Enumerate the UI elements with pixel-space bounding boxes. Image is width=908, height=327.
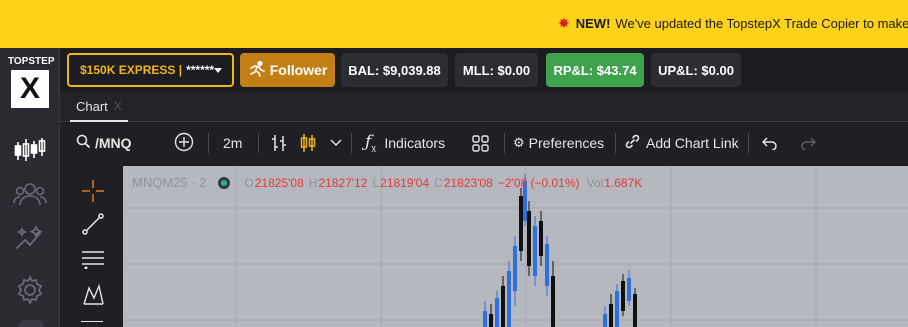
add-chart-link-button[interactable]: Add Chart Link [625, 131, 739, 155]
change-value: −2'08 (−0.01%) [497, 175, 580, 190]
follower-button[interactable]: Follower [240, 53, 335, 87]
function-icon: ƒx [365, 131, 377, 155]
candle-body [489, 314, 493, 327]
banner-message: We've updated the TopstepX Trade Copier … [615, 16, 908, 31]
running-person-icon [248, 60, 266, 80]
market-status-icon [218, 176, 231, 189]
chart-candles-icon[interactable] [12, 134, 48, 166]
topstep-logo[interactable]: TOPSTEP X [8, 56, 55, 116]
candle-body [483, 311, 487, 327]
interval-selector[interactable]: 2m [223, 131, 242, 155]
upl-badge: UP&L: $0.00 [651, 53, 741, 87]
tab-close-button[interactable]: X [114, 99, 122, 113]
mll-badge: MLL: $0.00 [455, 53, 538, 87]
volume-key: Vol [586, 175, 604, 190]
add-symbol-button[interactable] [174, 131, 194, 155]
banner-new-label: NEW! [575, 16, 611, 31]
account-label: $150K EXPRESS | [80, 63, 183, 77]
open-key: O [244, 175, 254, 190]
follower-label: Follower [269, 62, 328, 78]
chevron-down-icon [214, 68, 222, 73]
candles-style-icon[interactable] [300, 131, 316, 155]
templates-grid-icon[interactable] [472, 131, 489, 155]
announcement-banner[interactable]: ✸ NEW! We've updated the TopstepX Trade … [0, 0, 908, 48]
more-tools-icon[interactable] [81, 321, 103, 327]
redo-icon[interactable] [800, 131, 816, 155]
chevron-down-icon[interactable] [330, 131, 342, 155]
account-selector[interactable]: $150K EXPRESS | ****** [67, 53, 234, 87]
candle-body [539, 221, 543, 256]
low-value: 21819'04 [380, 175, 430, 190]
close-key: C [434, 175, 443, 190]
plus-circle-icon [174, 132, 194, 155]
crosshair-icon[interactable] [81, 179, 105, 208]
link-icon [625, 134, 640, 152]
close-value: 21823'08 [443, 175, 493, 190]
preferences-label: Preferences [528, 135, 605, 151]
candle-body [527, 211, 531, 266]
candle-body [545, 244, 549, 286]
logo-text: TOPSTEP [8, 56, 55, 67]
candle-body [627, 278, 631, 301]
sidebar-item-partial[interactable] [18, 320, 44, 327]
add-chart-link-label: Add Chart Link [646, 135, 739, 151]
trend-line-icon[interactable] [82, 213, 104, 240]
high-key: H [308, 175, 318, 190]
bars-style-icon[interactable] [271, 131, 287, 155]
candle-body [519, 196, 523, 251]
rpl-badge: RP&L: $43.74 [546, 53, 644, 87]
gear-icon: ⚙ [513, 135, 525, 150]
tab-chart-label: Chart [76, 98, 108, 114]
low-key: L [372, 175, 380, 190]
symbol-label: /MNQ [95, 135, 132, 151]
preferences-button[interactable]: ⚙ Preferences [513, 131, 604, 155]
users-icon[interactable] [12, 178, 48, 210]
burst-icon: ✸ [558, 15, 570, 31]
indicators-button[interactable]: ƒx Indicators [365, 131, 445, 155]
account-bar: $150K EXPRESS | ****** Follower BAL: $9,… [60, 48, 908, 92]
open-value: 21825'08 [254, 175, 304, 190]
indicators-label: Indicators [384, 135, 446, 151]
logo-letter: X [11, 70, 49, 108]
chart-legend: MNQM25 · 2 O 21825'08 H 21827'12 L 21819'04… [132, 175, 647, 190]
undo-icon[interactable] [762, 131, 778, 155]
candle-body [621, 281, 625, 311]
candle-body [609, 304, 613, 327]
search-icon [76, 134, 91, 152]
chart-symbol-label: MNQM25 · 2 [132, 175, 207, 190]
horizontal-lines-icon[interactable] [81, 249, 105, 274]
candle-body [633, 294, 637, 327]
tab-bar: Chart X [60, 92, 908, 122]
sparkles-icon[interactable] [12, 222, 48, 254]
candle-body [513, 246, 517, 291]
drawing-toolbar [60, 163, 123, 327]
balance-badge: BAL: $9,039.88 [341, 53, 448, 87]
tab-chart[interactable]: Chart X [70, 92, 128, 122]
volume-value: 1.687K [604, 175, 643, 190]
gear-icon[interactable] [12, 274, 48, 306]
price-chart[interactable]: MNQM25 · 2 O 21825'08 H 21827'12 L 21819'04… [123, 166, 908, 327]
candle-body [551, 276, 555, 327]
symbol-search[interactable]: /MNQ [76, 131, 132, 155]
account-mask: ****** [186, 63, 215, 77]
candle-body [507, 271, 511, 327]
candle-body [603, 314, 607, 327]
pattern-tool-icon[interactable] [81, 283, 105, 312]
chart-toolbar: /MNQ 2m ƒx Indicators ⚙ Preferences Add … [60, 123, 908, 163]
chart-canvas[interactable] [123, 166, 908, 327]
candle-body [615, 291, 619, 327]
candle-body [533, 226, 537, 276]
sidebar: TOPSTEP X [0, 48, 60, 327]
high-value: 21827'12 [318, 175, 368, 190]
candle-body [495, 298, 499, 327]
candle-body [501, 286, 505, 327]
